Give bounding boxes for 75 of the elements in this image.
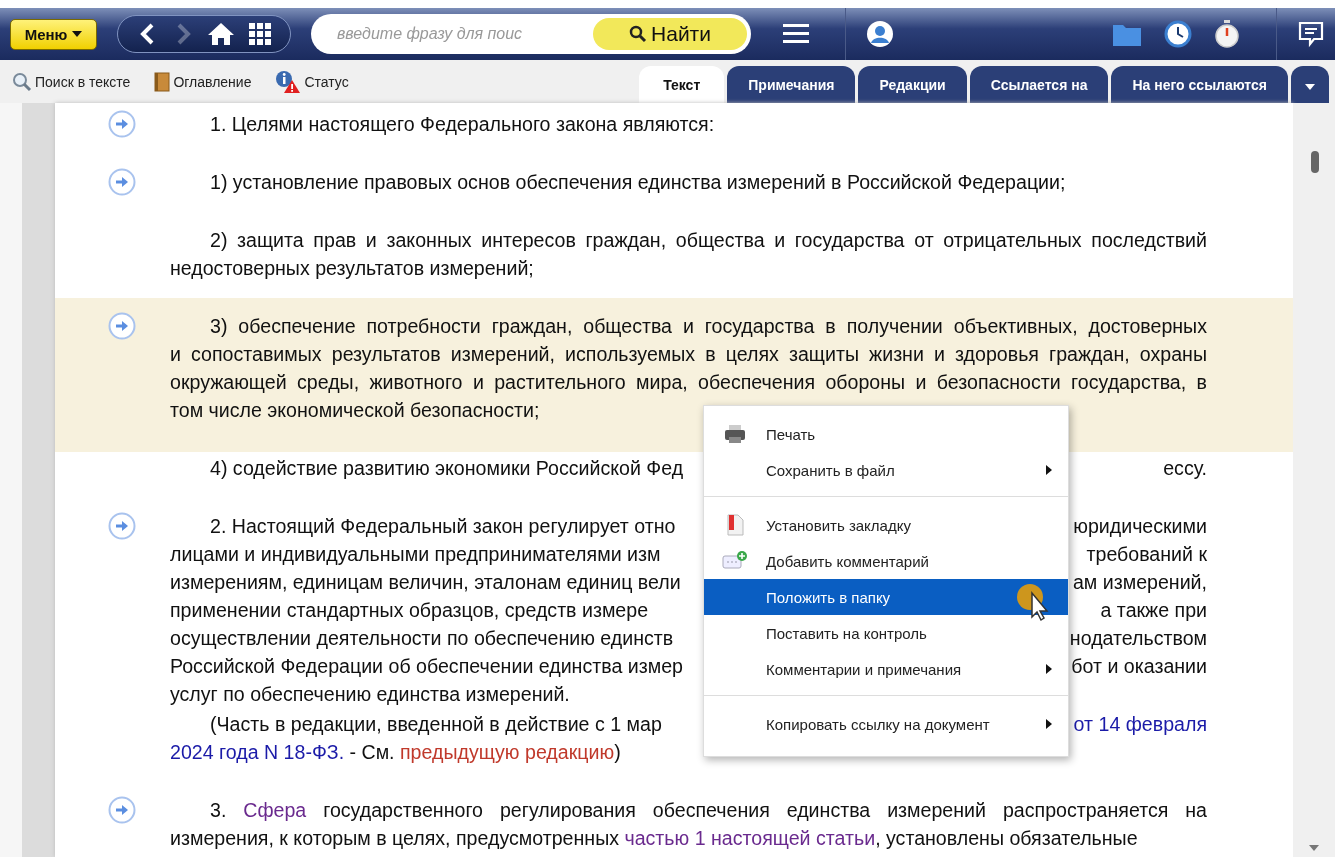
menu-item[interactable]: Печать	[704, 416, 1068, 452]
stopwatch-icon[interactable]	[1214, 20, 1240, 48]
tab[interactable]: Текст	[639, 66, 725, 103]
link[interactable]: от 14 февраля	[1073, 710, 1207, 738]
paragraph-text: бот и оказании	[1071, 654, 1207, 679]
paragraph-text: 1. Целями настоящего Федерального закона являются:	[210, 112, 715, 137]
tab[interactable]: Ссылается на	[969, 66, 1109, 103]
info-warning-icon	[275, 69, 302, 94]
paragraph-text: юридическими	[1073, 514, 1207, 539]
bookmark-icon	[726, 514, 744, 536]
caret-icon	[1305, 83, 1315, 90]
link[interactable]: Сфера	[243, 799, 307, 821]
paragraph-text: 4) содействие развитию экономики Российской Фед	[210, 456, 684, 481]
arrow-circle-icon[interactable]	[108, 312, 136, 340]
link[interactable]: частью 1 настоящей статьи	[624, 827, 876, 849]
paragraph-text: применении стандартных образцов, средств измере	[170, 598, 649, 623]
paragraph-text: а также при	[1100, 598, 1207, 623]
paragraph-text: лицами и индивидуальными предпринимателями изм	[170, 542, 661, 567]
paragraph-text: измерениям, единицам величин, эталонам единиц вели	[170, 570, 681, 595]
menu-item[interactable]: Установить закладку	[704, 507, 1068, 543]
magnifier-icon	[12, 71, 32, 92]
scroll-down-icon[interactable]	[1309, 845, 1319, 851]
toolbar-button[interactable]: Оглавление	[154, 71, 252, 92]
menu-button[interactable]: Меню	[10, 18, 97, 50]
paragraph-text: ам измерений,	[1072, 570, 1207, 595]
tab[interactable]: На него ссылаются	[1111, 66, 1288, 103]
menu-item[interactable]: Поставить на контроль	[704, 615, 1068, 651]
paragraph-text: 2) защита прав и законных интересов граждан, общества и государства от отрицательных последствий	[210, 228, 1207, 253]
paragraph-text: услуг по обеспечению единства измерений.	[170, 682, 570, 707]
search-button[interactable]: Найти	[593, 18, 747, 50]
caret-icon	[72, 31, 83, 37]
grid-icon[interactable]	[247, 22, 272, 46]
home-icon[interactable]	[206, 22, 235, 46]
scrollbar-thumb[interactable]	[1311, 151, 1319, 173]
paragraph-text: осуществлении деятельности по обеспечению единств	[170, 626, 674, 651]
link[interactable]: 2024 года N 18-ФЗ.	[170, 741, 345, 763]
toolbar-button[interactable]: Поиск в тексте	[12, 71, 131, 92]
paragraph-text: окружающей среды, животного и растительного мира, обеспечения обороны и безопасности государства, в	[170, 370, 1207, 395]
menu-item[interactable]: Копировать ссылку на документ	[704, 706, 1068, 742]
arrow-circle-icon[interactable]	[108, 512, 136, 540]
paragraph-text: ессу.	[1163, 456, 1207, 481]
paragraph-text: (Часть в редакции, введенной в действие с 1 мар	[210, 712, 662, 737]
paragraph-text: 2024 года N 18-ФЗ. - См. предыдущую редакцию)	[170, 740, 621, 765]
paragraph-text: 3. Сфера государственного регулирования обеспечения единства измерений распространяется на	[210, 798, 1207, 823]
scrollbar[interactable]	[1293, 103, 1335, 857]
more-tabs-button[interactable]	[1291, 66, 1329, 103]
paragraph-text: 1) установление правовых основ обеспечения единства измерений в Российской Федерации;	[210, 170, 1066, 195]
tab[interactable]: Редакции	[858, 66, 967, 103]
paragraph-text: недостоверных результатов измерений;	[170, 256, 534, 281]
toolbar-button[interactable]: Статус	[275, 69, 349, 94]
paragraph-text: измерения, к которым в целях, предусмотренных частью 1 настоящей статьи, установлены обязательные	[170, 826, 1138, 851]
menu-icon[interactable]	[783, 23, 809, 45]
paragraph-text: 2. Настоящий Федеральный закон регулирует отно	[210, 514, 676, 539]
chat-icon[interactable]	[1297, 20, 1325, 48]
paragraph-text: Российской Федерации об обеспечении единства измер	[170, 654, 683, 679]
tab[interactable]: Примечания	[727, 66, 856, 103]
paragraph-text: нодательством	[1069, 626, 1207, 651]
search-field[interactable]: введите фразу для поис Найти	[311, 14, 751, 54]
arrow-circle-icon[interactable]	[108, 110, 136, 138]
comment-add-icon	[722, 550, 748, 572]
link[interactable]: предыдущую редакцию	[400, 741, 615, 763]
paragraph-text: и сопоставимых результатов измерений, используемых в целях защиты жизни и здоровья граждан, охраны	[170, 342, 1207, 367]
printer-icon	[724, 424, 746, 444]
user-avatar-icon[interactable]	[866, 20, 894, 48]
book-icon	[154, 71, 171, 92]
search-icon	[629, 25, 648, 43]
clock-icon[interactable]	[1164, 20, 1192, 48]
arrow-circle-icon[interactable]	[108, 168, 136, 196]
menu-item[interactable]: Комментарии и примечания	[704, 651, 1068, 687]
arrow-circle-icon[interactable]	[108, 796, 136, 824]
paragraph-text: 3) обеспечение потребности граждан, общества и государства в получении объективных, достоверных	[210, 314, 1207, 339]
paragraph-text: том числе экономической безопасности;	[170, 398, 540, 423]
menu-item[interactable]: Сохранить в файл	[704, 452, 1068, 488]
menu-item[interactable]: Добавить комментарий	[704, 543, 1068, 579]
paragraph-text: требований к	[1086, 542, 1207, 567]
